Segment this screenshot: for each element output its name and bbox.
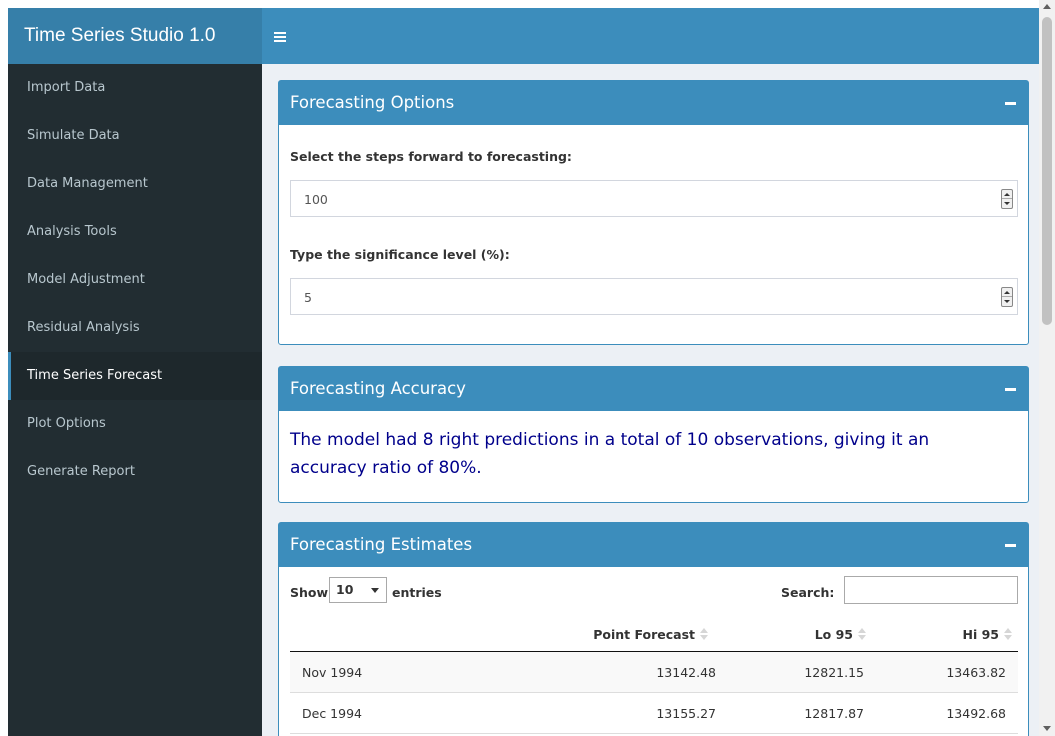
significance-input-value: 5 (304, 290, 312, 305)
forecasting-accuracy-title: Forecasting Accuracy (290, 379, 466, 398)
sidebar-toggle-button[interactable] (274, 8, 286, 64)
forecasting-options-title: Forecasting Options (290, 93, 455, 112)
row-hi-95: 13463.82 (946, 665, 1006, 680)
steps-stepper[interactable] (1001, 189, 1013, 209)
app-window: Time Series Studio 1.0 Import Data Simul… (8, 8, 1039, 736)
table-row[interactable]: Nov 1994 13142.48 12821.15 13463.82 (290, 652, 1018, 693)
row-lo-95: 12817.87 (804, 706, 864, 721)
significance-stepper[interactable] (1001, 287, 1013, 307)
column-header-lo-95[interactable]: Lo 95 (779, 627, 853, 642)
row-hi-95: 13492.68 (946, 706, 1006, 721)
sidebar-item-time-series-forecast[interactable]: Time Series Forecast (8, 352, 262, 400)
minus-icon[interactable] (1005, 381, 1016, 395)
row-point-forecast: 13155.27 (656, 706, 716, 721)
row-date: Dec 1994 (302, 706, 362, 721)
entries-length-value: 10 (336, 582, 354, 597)
sidebar-item-model-adjustment[interactable]: Model Adjustment (8, 256, 262, 304)
search-input[interactable] (844, 576, 1018, 604)
significance-input[interactable]: 5 (290, 278, 1018, 315)
sidebar-item-import-data[interactable]: Import Data (8, 64, 262, 112)
sidebar-item-simulate-data[interactable]: Simulate Data (8, 112, 262, 160)
scroll-down-icon[interactable] (1043, 726, 1051, 731)
forecasting-accuracy-header: Forecasting Accuracy (279, 367, 1028, 411)
steps-label: Select the steps forward to forecasting: (290, 149, 572, 164)
forecasting-estimates-header: Forecasting Estimates (279, 523, 1028, 567)
significance-label: Type the significance level (%): (290, 247, 510, 262)
sort-icon[interactable] (1004, 627, 1012, 641)
accuracy-summary-text: The model had 8 right predictions in a t… (290, 430, 930, 478)
sidebar: Import Data Simulate Data Data Managemen… (8, 64, 262, 736)
forecasting-options-box: Forecasting Options Select the steps for… (278, 80, 1029, 345)
column-header-hi-95[interactable]: Hi 95 (944, 627, 1000, 642)
hamburger-menu-icon[interactable] (274, 31, 286, 42)
sort-icon[interactable] (700, 627, 708, 641)
stepper-down-icon[interactable] (1002, 297, 1012, 306)
minus-icon[interactable] (1005, 95, 1016, 109)
stepper-up-icon[interactable] (1002, 190, 1012, 199)
scrollbar-thumb[interactable] (1042, 17, 1052, 325)
sort-icon[interactable] (858, 627, 866, 641)
steps-input-value: 100 (304, 192, 328, 207)
search-label: Search: (781, 585, 835, 600)
steps-input[interactable]: 100 (290, 180, 1018, 217)
minus-icon[interactable] (1005, 537, 1016, 551)
main-content: Forecasting Options Select the steps for… (262, 64, 1039, 736)
row-point-forecast: 13142.48 (656, 665, 716, 680)
sidebar-item-data-management[interactable]: Data Management (8, 160, 262, 208)
sidebar-item-analysis-tools[interactable]: Analysis Tools (8, 208, 262, 256)
column-header-point-forecast[interactable]: Point Forecast (579, 627, 695, 642)
row-lo-95: 12821.15 (804, 665, 864, 680)
top-header: Time Series Studio 1.0 (8, 8, 1039, 64)
entries-label: entries (392, 585, 442, 600)
stepper-down-icon[interactable] (1002, 199, 1012, 208)
forecasting-options-header: Forecasting Options (279, 81, 1028, 125)
chevron-down-icon (371, 588, 379, 593)
page-scrollbar[interactable] (1039, 0, 1055, 736)
table-row[interactable]: Dec 1994 13155.27 12817.87 13492.68 (290, 693, 1018, 734)
show-label: Show (290, 585, 329, 600)
app-title[interactable]: Time Series Studio 1.0 (8, 8, 262, 64)
forecasting-accuracy-box: Forecasting Accuracy The model had 8 rig… (278, 366, 1029, 503)
sidebar-item-generate-report[interactable]: Generate Report (8, 448, 262, 496)
row-date: Nov 1994 (302, 665, 363, 680)
stepper-up-icon[interactable] (1002, 288, 1012, 297)
sidebar-item-residual-analysis[interactable]: Residual Analysis (8, 304, 262, 352)
scroll-up-icon[interactable] (1043, 4, 1051, 9)
entries-length-select[interactable]: 10 (329, 577, 387, 603)
sidebar-item-plot-options[interactable]: Plot Options (8, 400, 262, 448)
forecasting-estimates-title: Forecasting Estimates (290, 535, 473, 554)
forecasting-estimates-box: Forecasting Estimates Show 10 entries Se… (278, 522, 1029, 736)
